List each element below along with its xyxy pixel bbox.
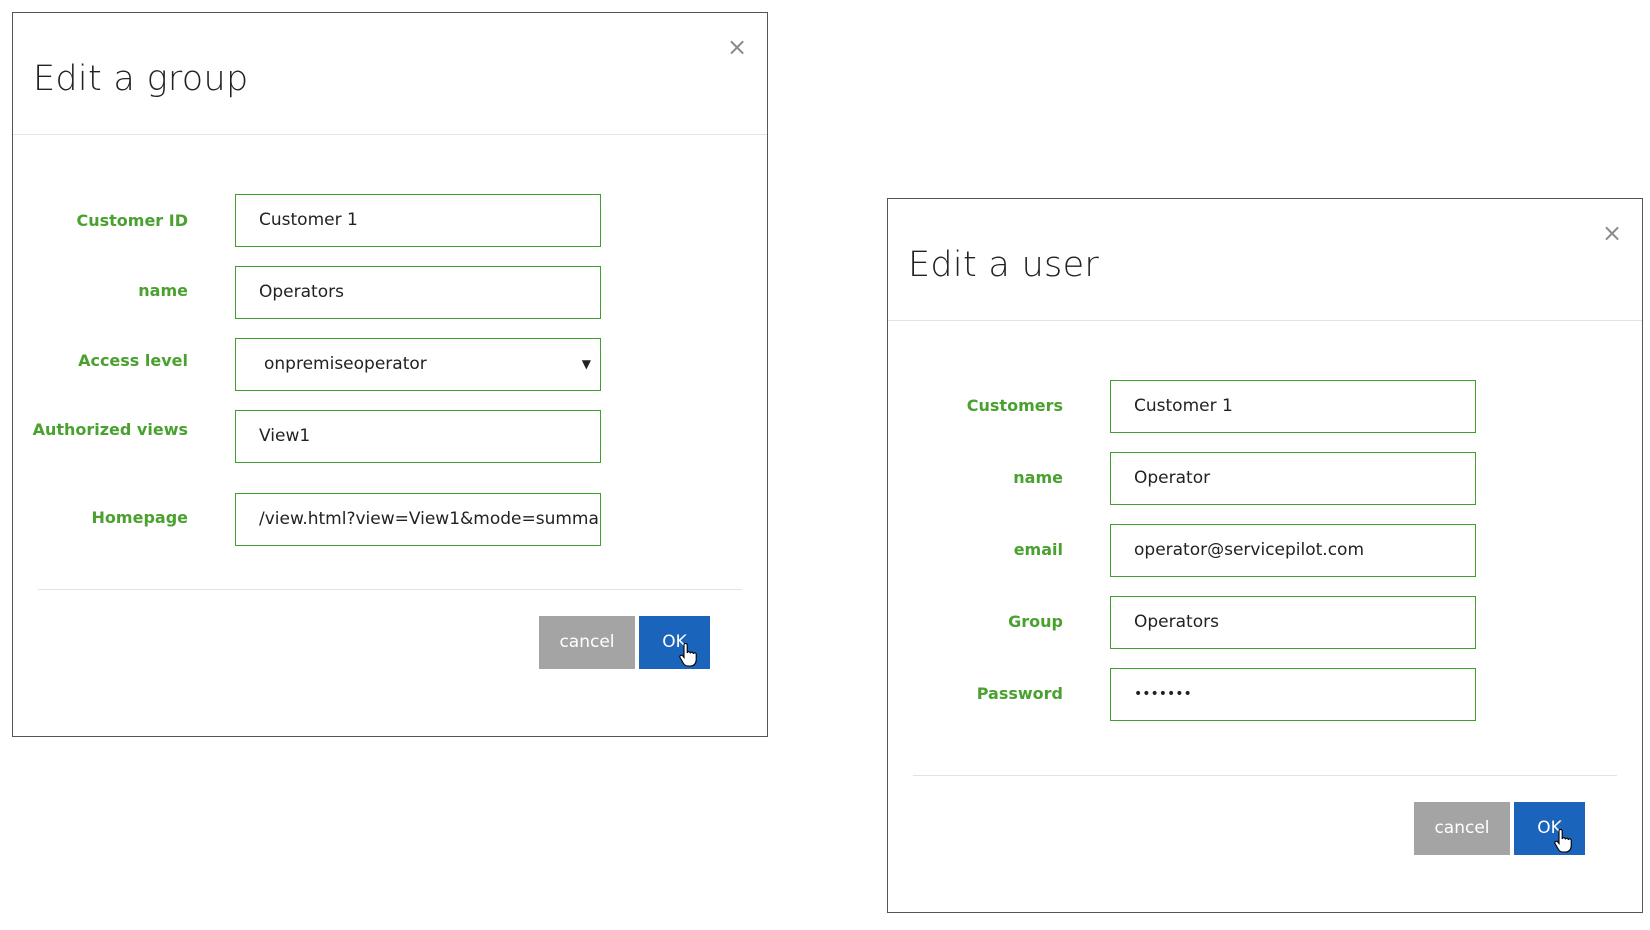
footer-divider [913, 775, 1617, 776]
header-divider [13, 134, 767, 135]
password-label: Password [976, 684, 1063, 703]
access-level-label: Access level [78, 351, 188, 370]
customer-id-field[interactable]: Customer 1 [235, 194, 601, 247]
authorized-views-label: Authorized views [32, 420, 188, 439]
cancel-button[interactable]: cancel [539, 616, 635, 669]
group-field[interactable]: Operators [1110, 596, 1476, 649]
name-field[interactable]: Operator [1110, 452, 1476, 505]
customer-id-label: Customer ID [76, 211, 188, 230]
name-label: name [1013, 468, 1063, 487]
ok-button[interactable]: OK [639, 616, 710, 669]
cancel-button[interactable]: cancel [1414, 802, 1510, 855]
name-field[interactable]: Operators [235, 266, 601, 319]
password-field[interactable]: ••••••• [1110, 668, 1476, 721]
hand-pointer-icon [1554, 829, 1572, 853]
chevron-down-icon: ▼ [581, 357, 591, 371]
edit-user-dialog: × Edit a user Customers Customer 1 name … [887, 198, 1643, 913]
authorized-views-field[interactable]: View1 [235, 410, 601, 463]
dialog-title: Edit a user [908, 245, 1100, 285]
homepage-label: Homepage [91, 508, 188, 527]
hand-pointer-icon [679, 643, 697, 667]
close-icon[interactable]: × [725, 35, 749, 59]
header-divider [888, 320, 1642, 321]
customers-field[interactable]: Customer 1 [1110, 380, 1476, 433]
edit-group-dialog: × Edit a group Customer ID Customer 1 na… [12, 12, 768, 737]
access-level-value: onpremiseoperator [264, 354, 427, 374]
footer-divider [38, 589, 742, 590]
email-field[interactable]: operator@servicepilot.com [1110, 524, 1476, 577]
email-label: email [1013, 540, 1063, 559]
name-label: name [138, 281, 188, 300]
close-icon[interactable]: × [1600, 221, 1624, 245]
group-label: Group [1008, 612, 1063, 631]
homepage-field[interactable]: /view.html?view=View1&mode=summary [235, 493, 601, 546]
ok-button[interactable]: OK [1514, 802, 1585, 855]
access-level-select[interactable]: onpremiseoperator ▼ [235, 338, 601, 391]
customers-label: Customers [966, 396, 1063, 415]
dialog-title: Edit a group [33, 59, 249, 99]
